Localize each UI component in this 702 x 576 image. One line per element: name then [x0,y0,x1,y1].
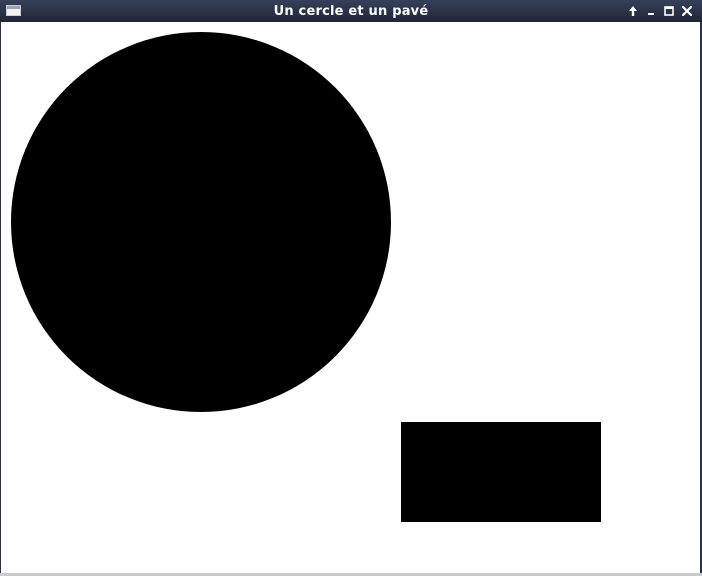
drawing-canvas [1,22,700,573]
maximize-icon[interactable] [662,4,676,18]
minimize-icon[interactable] [644,4,658,18]
window-title: Un cercle et un pavé [273,4,429,19]
app-window: Un cercle et un pavé [0,0,702,576]
title-bar[interactable]: Un cercle et un pavé [0,0,702,22]
black-rectangle [401,422,601,522]
arrow-up-icon[interactable] [626,4,640,18]
close-icon[interactable] [680,4,694,18]
black-circle [11,32,391,412]
